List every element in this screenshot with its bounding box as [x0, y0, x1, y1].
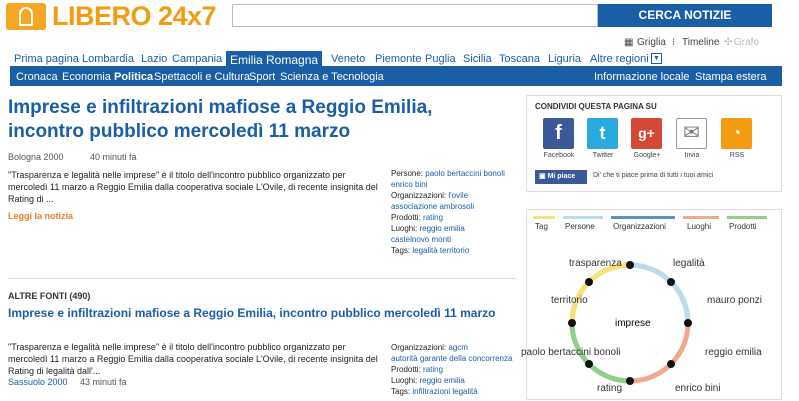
- share-label[interactable]: Invia: [672, 152, 712, 159]
- tag-row: Prodotti: rating: [391, 213, 444, 222]
- article-time: 40 minuti fa: [90, 152, 137, 162]
- grid-icon[interactable]: ▦: [624, 37, 633, 48]
- article-title[interactable]: Imprese e infiltrazioni mafiose a Reggio…: [8, 96, 508, 144]
- article-body: "Trasparenza e legalità nelle imprese" è…: [8, 170, 378, 204]
- other-article-body: "Trasparenza e legalità nelle imprese" è…: [8, 342, 378, 376]
- other-article-title[interactable]: Imprese e infiltrazioni mafiose a Reggio…: [8, 306, 508, 321]
- view-switcher: ▦ Griglia ⁝ Timeline ✣ Grafo: [0, 34, 799, 50]
- tag-row: associazione ambrosoli: [391, 202, 475, 211]
- nav-puglia[interactable]: Puglia: [425, 53, 456, 65]
- tag-row: Luoghi: reggio emilia: [391, 224, 465, 233]
- nav-sport[interactable]: Sport: [249, 71, 275, 83]
- graph-icon[interactable]: ✣: [724, 37, 732, 48]
- nav-lazio[interactable]: Lazio: [141, 53, 167, 65]
- tag-node[interactable]: paolo bertaccini bonoli: [521, 347, 621, 358]
- nav-sicilia[interactable]: Sicilia: [463, 53, 492, 65]
- logo-icon[interactable]: [6, 3, 46, 30]
- nav-informazione-locale[interactable]: Informazione locale: [594, 71, 689, 83]
- tag-row: Organizzazioni: agcm: [391, 343, 468, 352]
- share-label[interactable]: RSS: [717, 152, 757, 159]
- tag-node-center[interactable]: imprese: [615, 318, 651, 329]
- nav-stampa-estera[interactable]: Stampa estera: [695, 71, 767, 83]
- nav-politica[interactable]: Politica: [114, 71, 153, 83]
- nav-prima-pagina[interactable]: Prima pagina: [14, 53, 79, 65]
- tag-node[interactable]: legalità: [673, 258, 705, 269]
- tag-row: autorità garante della concorrenza: [391, 354, 513, 363]
- google-plus-icon[interactable]: g+: [631, 118, 662, 149]
- logo-text[interactable]: LIBERO 24x7: [52, 1, 217, 32]
- read-more-link[interactable]: Leggi la notizia: [8, 211, 73, 221]
- rss-icon[interactable]: ◔: [721, 118, 752, 149]
- section-nav: Cronaca Economia Politica Spettacoli e C…: [10, 69, 782, 86]
- like-text: Di' che ti piace prima di tutti i tuoi a…: [593, 172, 714, 179]
- tag-node[interactable]: reggio emilia: [705, 347, 762, 358]
- article-source[interactable]: Bologna 2000: [8, 152, 64, 162]
- tag-row: Persone: paolo bertaccini bonoli: [391, 169, 505, 178]
- tag-row: Luoghi: reggio emilia: [391, 376, 465, 385]
- view-graph[interactable]: Grafo: [734, 37, 759, 48]
- other-article-source[interactable]: Sassuolo 2000: [8, 377, 68, 387]
- nav-piemonte[interactable]: Piemonte: [375, 53, 421, 65]
- share-label[interactable]: Twitter: [583, 152, 623, 159]
- facebook-icon[interactable]: f: [543, 118, 574, 149]
- search-button[interactable]: CERCA NOTIZIE: [598, 4, 772, 27]
- tag-row: castelnovo monti: [391, 235, 452, 244]
- nav-veneto[interactable]: Veneto: [331, 53, 365, 65]
- tag-row: Tags: legalità territorio: [391, 246, 470, 255]
- nav-economia[interactable]: Economia: [62, 71, 111, 83]
- twitter-icon[interactable]: t: [587, 118, 618, 149]
- nav-campania[interactable]: Campania: [172, 53, 222, 65]
- timeline-icon[interactable]: ⁝: [672, 37, 675, 48]
- article-tags: Persone: paolo bertaccini bonoli enrico …: [391, 168, 505, 256]
- other-article-time: 43 minuti fa: [80, 377, 127, 387]
- tag-row: Tags: infiltrazioni legalità: [391, 387, 478, 396]
- other-sources-heading: ALTRE FONTI (490): [8, 291, 91, 301]
- thumbs-up-icon: ▣: [539, 173, 548, 180]
- tag-row: Prodotti: rating: [391, 365, 444, 374]
- nav-spettacoli[interactable]: Spettacoli e Cultura: [154, 71, 250, 83]
- tag-row: Organizzazioni: l'ovile: [391, 191, 469, 200]
- nav-liguria[interactable]: Liguria: [548, 53, 581, 65]
- share-label[interactable]: Facebook: [539, 152, 579, 159]
- nav-emilia-romagna[interactable]: Emilia Romagna: [226, 51, 323, 69]
- nav-altre-regioni[interactable]: Altre regioni: [590, 53, 649, 65]
- tag-node[interactable]: territorio: [551, 295, 588, 306]
- tag-node[interactable]: mauro ponzi: [707, 295, 762, 306]
- search-input[interactable]: [232, 4, 598, 27]
- chevron-down-icon[interactable]: ▼: [651, 53, 662, 64]
- tag-node[interactable]: rating: [597, 383, 622, 394]
- tag-graph-panel: Tag Persone Organizzazioni Luoghi Prodot…: [521, 209, 782, 400]
- nav-toscana[interactable]: Toscana: [499, 53, 540, 65]
- view-grid[interactable]: Griglia: [637, 37, 666, 48]
- facebook-like-button[interactable]: ▣ Mi piace: [535, 170, 587, 184]
- tag-row: enrico bini: [391, 180, 428, 189]
- tag-node[interactable]: trasparenza: [569, 258, 622, 269]
- mail-icon[interactable]: ✉: [676, 118, 707, 149]
- share-title: CONDIVIDI QUESTA PAGINA SU: [535, 102, 657, 111]
- nav-cronaca[interactable]: Cronaca: [16, 71, 58, 83]
- nav-lombardia[interactable]: Lombardia: [82, 53, 134, 65]
- nav-scienza[interactable]: Scienza e Tecnologia: [280, 71, 384, 83]
- share-panel: CONDIVIDI QUESTA PAGINA SU f Facebook t …: [526, 95, 782, 192]
- tag-node[interactable]: enrico bini: [675, 383, 721, 394]
- view-timeline[interactable]: Timeline: [682, 37, 719, 48]
- share-label[interactable]: Google+: [627, 152, 667, 159]
- divider: [8, 278, 516, 279]
- other-article-tags: Organizzazioni: agcm autorità garante de…: [391, 342, 512, 397]
- top-bar: LIBERO 24x7 CERCA NOTIZIE: [0, 0, 799, 34]
- region-nav: Prima pagina Lombardia Lazio Campania Em…: [10, 51, 782, 69]
